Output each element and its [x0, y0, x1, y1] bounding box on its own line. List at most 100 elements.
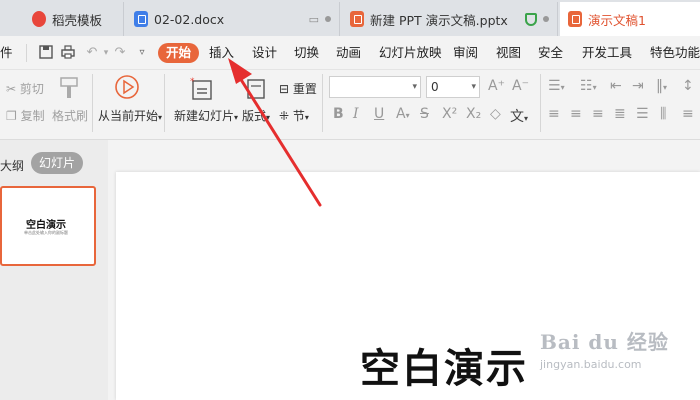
ppt-icon	[568, 11, 582, 27]
tab-new-pptx[interactable]: 新建 PPT 演示文稿.pptx	[342, 2, 558, 36]
bullet-list-icon[interactable]: ☰▾	[548, 78, 565, 94]
underline-icon[interactable]: U	[374, 106, 384, 122]
new-slide-button[interactable]: 新建幻灯片▾	[174, 107, 238, 124]
font-size-dropdown-icon[interactable]: ▾	[471, 77, 476, 97]
slide-thumbnail-1[interactable]: 空白演示 单击此处输入你的副标题	[0, 186, 96, 266]
menu-special-features[interactable]: 特色功能	[650, 43, 700, 63]
line-spacing-icon[interactable]: ↕	[682, 78, 694, 94]
font-name-dropdown-icon[interactable]: ▾	[412, 77, 417, 97]
menu-design[interactable]: 设计	[252, 43, 277, 63]
tab-daoke-templates[interactable]: 稻壳模板	[24, 2, 124, 36]
tab-outline[interactable]: 大纲	[0, 157, 24, 174]
from-current-button[interactable]: 从当前开始▾	[98, 107, 162, 124]
dropdown-arrow-icon: ▾	[158, 113, 163, 122]
font-color-icon[interactable]: A▾	[396, 106, 410, 122]
increase-font-icon[interactable]: A⁺	[488, 78, 505, 94]
cut-button[interactable]: ✂ 剪切	[6, 80, 44, 97]
dropdown-arrow-icon: ▾	[304, 113, 309, 122]
menu-slideshow[interactable]: 幻灯片放映	[379, 43, 442, 63]
dropdown-arrow-icon: ▾	[234, 113, 239, 122]
slide-title-placeholder[interactable]: 空白演示	[360, 336, 528, 394]
menu-transitions[interactable]: 切换	[294, 43, 319, 63]
bold-icon[interactable]: B	[333, 106, 344, 122]
menu-animations[interactable]: 动画	[336, 43, 361, 63]
svg-text:*: *	[190, 77, 195, 87]
superscript-icon[interactable]: X²	[442, 106, 457, 122]
thumbnail-subtitle: 单击此处输入你的副标题	[24, 230, 68, 235]
justify-icon[interactable]: ≣	[614, 106, 626, 122]
strikethrough-icon[interactable]: S	[420, 106, 429, 122]
section-button[interactable]: ⁜ 节▾	[279, 107, 309, 124]
quick-access-dropdown-icon[interactable]: ▿	[134, 45, 150, 61]
wps-presentation-window: 稻壳模板 02-02.docx ▭ 新建 PPT 演示文稿.pptx 演示文稿1…	[0, 0, 700, 400]
reset-label: 重置	[292, 82, 317, 96]
reset-icon: ⊟	[279, 82, 290, 96]
divider	[92, 74, 93, 132]
tab-close-dot-icon[interactable]	[543, 16, 549, 22]
ribbon-toolbar: ✂ 剪切 ❐ 复制 格式刷 从当前开始▾ * 新建幻灯片▾ 版式▾ ⊟ 重置 ⁜…	[0, 70, 700, 140]
menu-view[interactable]: 视图	[496, 43, 521, 63]
document-tab-bar: 稻壳模板 02-02.docx ▭ 新建 PPT 演示文稿.pptx 演示文稿1	[0, 0, 700, 36]
menu-developer-tools[interactable]: 开发工具	[582, 43, 632, 63]
menu-insert[interactable]: 插入	[209, 43, 234, 63]
text-effect-icon[interactable]: 文▾	[510, 106, 528, 126]
cut-label: 剪切	[19, 82, 44, 96]
tab-label: 稻壳模板	[52, 12, 103, 28]
tab-close-dot-icon[interactable]	[325, 16, 331, 22]
from-current-label: 从当前开始	[98, 109, 159, 123]
decrease-font-icon[interactable]: A⁻	[512, 78, 529, 94]
divider	[26, 44, 27, 62]
copy-button[interactable]: ❐ 复制	[6, 107, 45, 124]
tab-label: 演示文稿1	[588, 12, 646, 28]
distribute-icon[interactable]: ☰	[636, 106, 649, 122]
align-left-icon[interactable]: ≡	[548, 106, 560, 122]
divider	[322, 74, 323, 132]
format-painter-button[interactable]: 格式刷	[52, 107, 88, 124]
tab-slides[interactable]: 幻灯片	[31, 152, 84, 174]
monitor-icon[interactable]: ▭	[309, 13, 319, 26]
watermark-url: jingyan.baidu.com	[540, 358, 642, 371]
text-direction-icon[interactable]: ⫼	[660, 106, 666, 122]
numbered-list-icon[interactable]: ☷▾	[580, 78, 597, 94]
new-slide-icon: *	[190, 76, 214, 106]
baidu-jingyan-watermark: Bai du 经验 jingyan.baidu.com	[540, 326, 669, 371]
font-size-value: 0	[431, 80, 439, 94]
increase-indent-icon[interactable]: ⇥	[632, 78, 644, 94]
slide-navigation-panel	[0, 140, 108, 400]
menu-review[interactable]: 审阅	[453, 43, 478, 63]
font-name-combobox[interactable]: ▾	[329, 76, 421, 98]
align-center-icon[interactable]: ≡	[570, 106, 582, 122]
clear-format-icon[interactable]: ◇	[490, 106, 501, 122]
ppt-icon	[350, 11, 364, 27]
section-label: 节	[292, 109, 305, 123]
dropdown-arrow-icon: ▾	[266, 113, 271, 122]
word-doc-icon	[134, 11, 148, 27]
layout-label: 版式	[242, 109, 267, 123]
new-slide-label: 新建幻灯片	[174, 109, 235, 123]
play-slideshow-icon	[114, 74, 140, 104]
shield-icon	[525, 12, 537, 26]
tab-docx[interactable]: 02-02.docx ▭	[126, 2, 340, 36]
font-size-combobox[interactable]: 0 ▾	[426, 76, 480, 98]
scissors-icon: ✂	[6, 82, 17, 96]
menu-file[interactable]: 件	[0, 43, 13, 63]
italic-icon[interactable]: I	[353, 106, 359, 122]
align-text-icon[interactable]: ≡	[682, 106, 694, 122]
tab-presentation1[interactable]: 演示文稿1	[560, 2, 700, 36]
divider	[540, 74, 541, 132]
subscript-icon[interactable]: X₂	[466, 106, 481, 122]
decrease-indent-icon[interactable]: ⇤	[610, 78, 622, 94]
thumbnail-title: 空白演示	[26, 220, 66, 231]
layout-button[interactable]: 版式▾	[242, 107, 270, 124]
menu-start[interactable]: 开始	[158, 43, 200, 63]
redo-icon[interactable]: ↷	[112, 45, 128, 61]
tab-label: 02-02.docx	[154, 11, 225, 27]
align-right-icon[interactable]: ≡	[592, 106, 604, 122]
column-icon[interactable]: ‖▾	[656, 78, 667, 94]
divider	[164, 74, 165, 132]
print-icon[interactable]	[60, 45, 76, 61]
reset-button[interactable]: ⊟ 重置	[279, 80, 317, 97]
layout-icon	[246, 76, 266, 104]
save-icon[interactable]	[38, 45, 54, 61]
menu-security[interactable]: 安全	[538, 43, 563, 63]
